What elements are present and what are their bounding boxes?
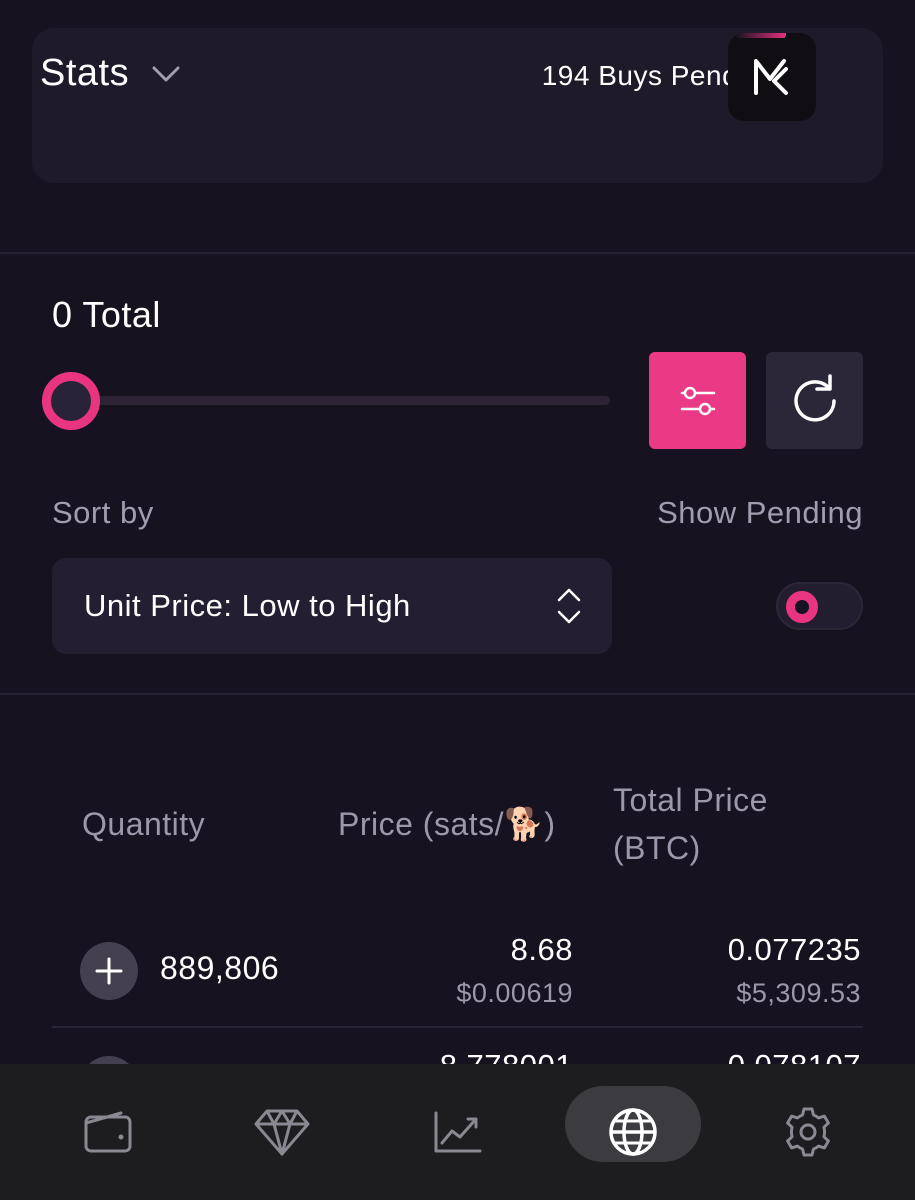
table-row[interactable]: 889,806 8.68 $0.00619 0.077235 $5,309.53	[52, 928, 863, 1028]
app-screen: Stats 194 Buys Pending 0 Total Sort by S…	[0, 0, 915, 1200]
nav-item-wallet[interactable]	[48, 1064, 168, 1200]
row-price: 8.68	[510, 932, 573, 967]
nav-item-stats[interactable]	[398, 1064, 518, 1200]
nav-item-collectibles[interactable]	[222, 1064, 342, 1200]
sort-selected-value: Unit Price: Low to High	[84, 588, 411, 623]
nav-item-settings[interactable]	[748, 1064, 868, 1200]
diamond-icon	[254, 1109, 310, 1156]
chart-icon	[434, 1111, 482, 1153]
column-header-total-price[interactable]: Total Price (BTC)	[613, 776, 843, 872]
globe-icon	[609, 1108, 657, 1156]
row-divider	[52, 1026, 863, 1028]
gear-icon	[786, 1107, 830, 1157]
plus-icon	[95, 957, 123, 985]
show-pending-label: Show Pending	[657, 495, 863, 530]
refresh-icon	[793, 373, 836, 422]
sliders-icon	[680, 386, 715, 415]
column-header-total-line1: Total Price	[613, 782, 768, 818]
wallet-icon	[84, 1111, 132, 1153]
column-header-price[interactable]: Price (sats/🐕)	[338, 800, 556, 848]
nav-item-explore[interactable]	[573, 1064, 693, 1200]
section-divider	[0, 693, 915, 695]
column-header-total-line2: (BTC)	[613, 830, 701, 866]
bottom-nav	[0, 1064, 915, 1200]
total-count-label: 0 Total	[52, 294, 161, 335]
add-to-cart-button[interactable]	[80, 942, 138, 1000]
row-total: 0.077235	[727, 932, 861, 967]
stats-label: Stats	[40, 52, 130, 94]
row-total-usd: $5,309.53	[736, 978, 861, 1008]
chevron-up-down-icon	[557, 588, 581, 624]
filter-settings-button[interactable]	[649, 352, 746, 449]
quantity-slider-track[interactable]	[70, 396, 610, 405]
mk-logo-glyph	[754, 59, 788, 95]
sort-by-label: Sort by	[52, 495, 154, 530]
refresh-button[interactable]	[766, 352, 863, 449]
column-header-quantity[interactable]: Quantity	[82, 800, 205, 848]
row-quantity: 889,806	[160, 950, 280, 986]
section-divider	[0, 252, 915, 254]
toggle-knob	[786, 591, 818, 623]
sort-select[interactable]: Unit Price: Low to High	[52, 558, 612, 654]
stats-dropdown[interactable]: Stats	[40, 52, 181, 95]
mk-logo-icon[interactable]	[728, 33, 816, 121]
row-price-usd: $0.00619	[456, 978, 573, 1008]
show-pending-toggle[interactable]	[776, 582, 863, 630]
avatar-accent-bar	[736, 33, 786, 38]
quantity-slider-thumb[interactable]	[42, 372, 100, 430]
chevron-down-icon	[152, 66, 180, 81]
